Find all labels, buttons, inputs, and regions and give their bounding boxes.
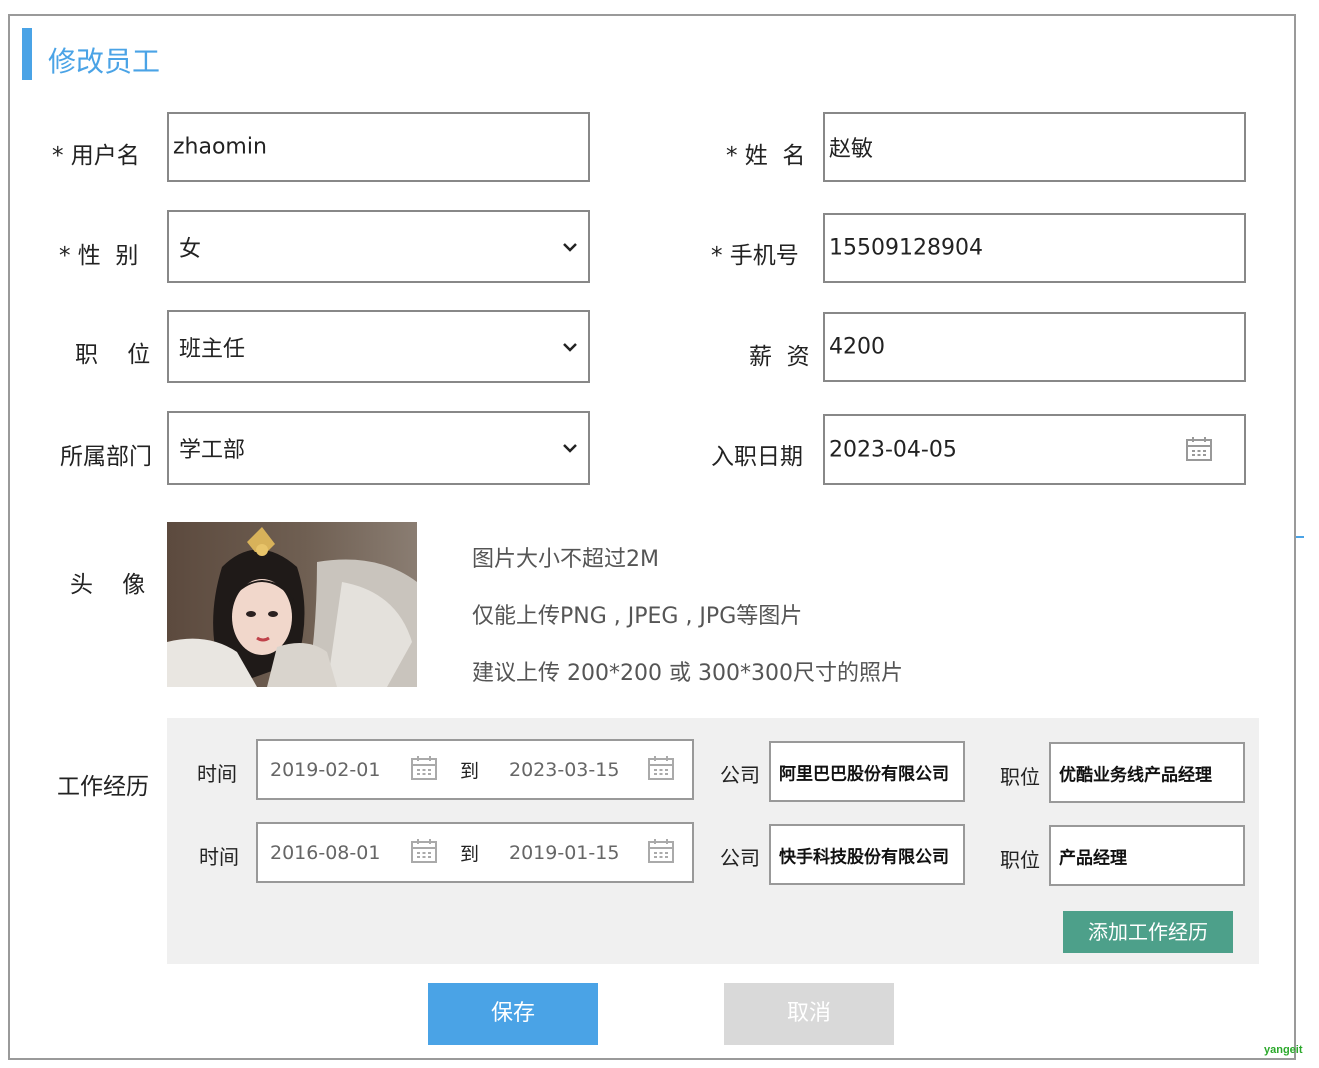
position-label: 职 位 bbox=[75, 342, 151, 368]
phone-label: * 手机号 bbox=[711, 243, 799, 269]
company-input[interactable]: 快手科技股份有限公司 bbox=[769, 824, 965, 885]
job-value: 产品经理 bbox=[1059, 848, 1127, 868]
avatar-hint-format: 仅能上传PNG , JPEG , JPG等图片 bbox=[472, 604, 803, 629]
chevron-down-icon bbox=[563, 342, 577, 352]
page-title: 修改员工 bbox=[48, 45, 161, 78]
gender-value: 女 bbox=[179, 236, 202, 262]
add-work-experience-button[interactable]: 添加工作经历 bbox=[1063, 911, 1233, 953]
start-date: 2016-08-01 bbox=[270, 841, 381, 864]
date-range-picker[interactable]: 2019-02-01 到 2023-03-15 bbox=[256, 739, 694, 800]
time-label: 时间 bbox=[199, 845, 239, 869]
calendar-icon bbox=[411, 756, 437, 780]
gender-select[interactable]: 女 bbox=[167, 210, 590, 283]
company-value: 阿里巴巴股份有限公司 bbox=[779, 764, 949, 784]
department-label: 所属部门 bbox=[60, 444, 152, 470]
entry-date-value: 2023-04-05 bbox=[829, 437, 957, 462]
entry-date-input[interactable]: 2023-04-05 bbox=[823, 414, 1246, 485]
avatar-image[interactable] bbox=[167, 522, 417, 687]
position-select[interactable]: 班主任 bbox=[167, 310, 590, 383]
company-input[interactable]: 阿里巴巴股份有限公司 bbox=[769, 741, 965, 802]
side-marker bbox=[1296, 536, 1304, 538]
calendar-icon bbox=[648, 756, 674, 780]
phone-value: 15509128904 bbox=[829, 235, 983, 261]
avatar-hint-dimension: 建议上传 200*200 或 300*300尺寸的照片 bbox=[472, 661, 903, 686]
end-date: 2019-01-15 bbox=[509, 841, 620, 864]
salary-input[interactable]: 4200 bbox=[823, 312, 1246, 382]
job-label: 职位 bbox=[1000, 848, 1040, 872]
avatar-hint-size: 图片大小不超过2M bbox=[472, 547, 659, 572]
cancel-button[interactable]: 取消 bbox=[724, 983, 894, 1045]
username-value: zhaomin bbox=[173, 134, 267, 160]
username-input[interactable]: zhaomin bbox=[167, 112, 590, 182]
start-date: 2019-02-01 bbox=[270, 758, 381, 781]
chevron-down-icon bbox=[563, 242, 577, 252]
company-label: 公司 bbox=[720, 846, 760, 870]
avatar-label: 头 像 bbox=[70, 572, 146, 598]
time-label: 时间 bbox=[197, 762, 237, 786]
company-value: 快手科技股份有限公司 bbox=[779, 847, 949, 867]
chevron-down-icon bbox=[563, 444, 577, 453]
name-label: * 姓 名 bbox=[726, 143, 806, 169]
gender-label: * 性 别 bbox=[59, 243, 139, 269]
department-select[interactable]: 学工部 bbox=[167, 411, 590, 485]
work-experience-label: 工作经历 bbox=[57, 774, 149, 800]
watermark: yangeit bbox=[1264, 1044, 1303, 1056]
job-input[interactable]: 产品经理 bbox=[1049, 825, 1245, 886]
title-accent-bar bbox=[22, 28, 32, 80]
date-range-picker[interactable]: 2016-08-01 到 2019-01-15 bbox=[256, 822, 694, 883]
calendar-icon bbox=[648, 839, 674, 863]
position-value: 班主任 bbox=[179, 336, 246, 362]
job-label: 职位 bbox=[1000, 765, 1040, 789]
range-separator: 到 bbox=[460, 760, 480, 782]
job-value: 优酷业务线产品经理 bbox=[1059, 765, 1212, 785]
name-input[interactable]: 赵敏 bbox=[823, 112, 1246, 182]
entry-date-label: 入职日期 bbox=[711, 444, 803, 470]
company-label: 公司 bbox=[720, 763, 760, 787]
avatar-photo bbox=[167, 522, 417, 687]
phone-input[interactable]: 15509128904 bbox=[823, 213, 1246, 283]
salary-label: 薪 资 bbox=[749, 344, 810, 370]
calendar-icon bbox=[411, 839, 437, 863]
name-value: 赵敏 bbox=[829, 137, 874, 162]
save-button[interactable]: 保存 bbox=[428, 983, 598, 1045]
username-label: * 用户名 bbox=[52, 143, 140, 169]
department-value: 学工部 bbox=[179, 438, 246, 463]
end-date: 2023-03-15 bbox=[509, 758, 620, 781]
job-input[interactable]: 优酷业务线产品经理 bbox=[1049, 742, 1245, 803]
salary-value: 4200 bbox=[829, 334, 885, 360]
calendar-icon[interactable] bbox=[1185, 436, 1213, 462]
range-separator: 到 bbox=[460, 843, 480, 865]
